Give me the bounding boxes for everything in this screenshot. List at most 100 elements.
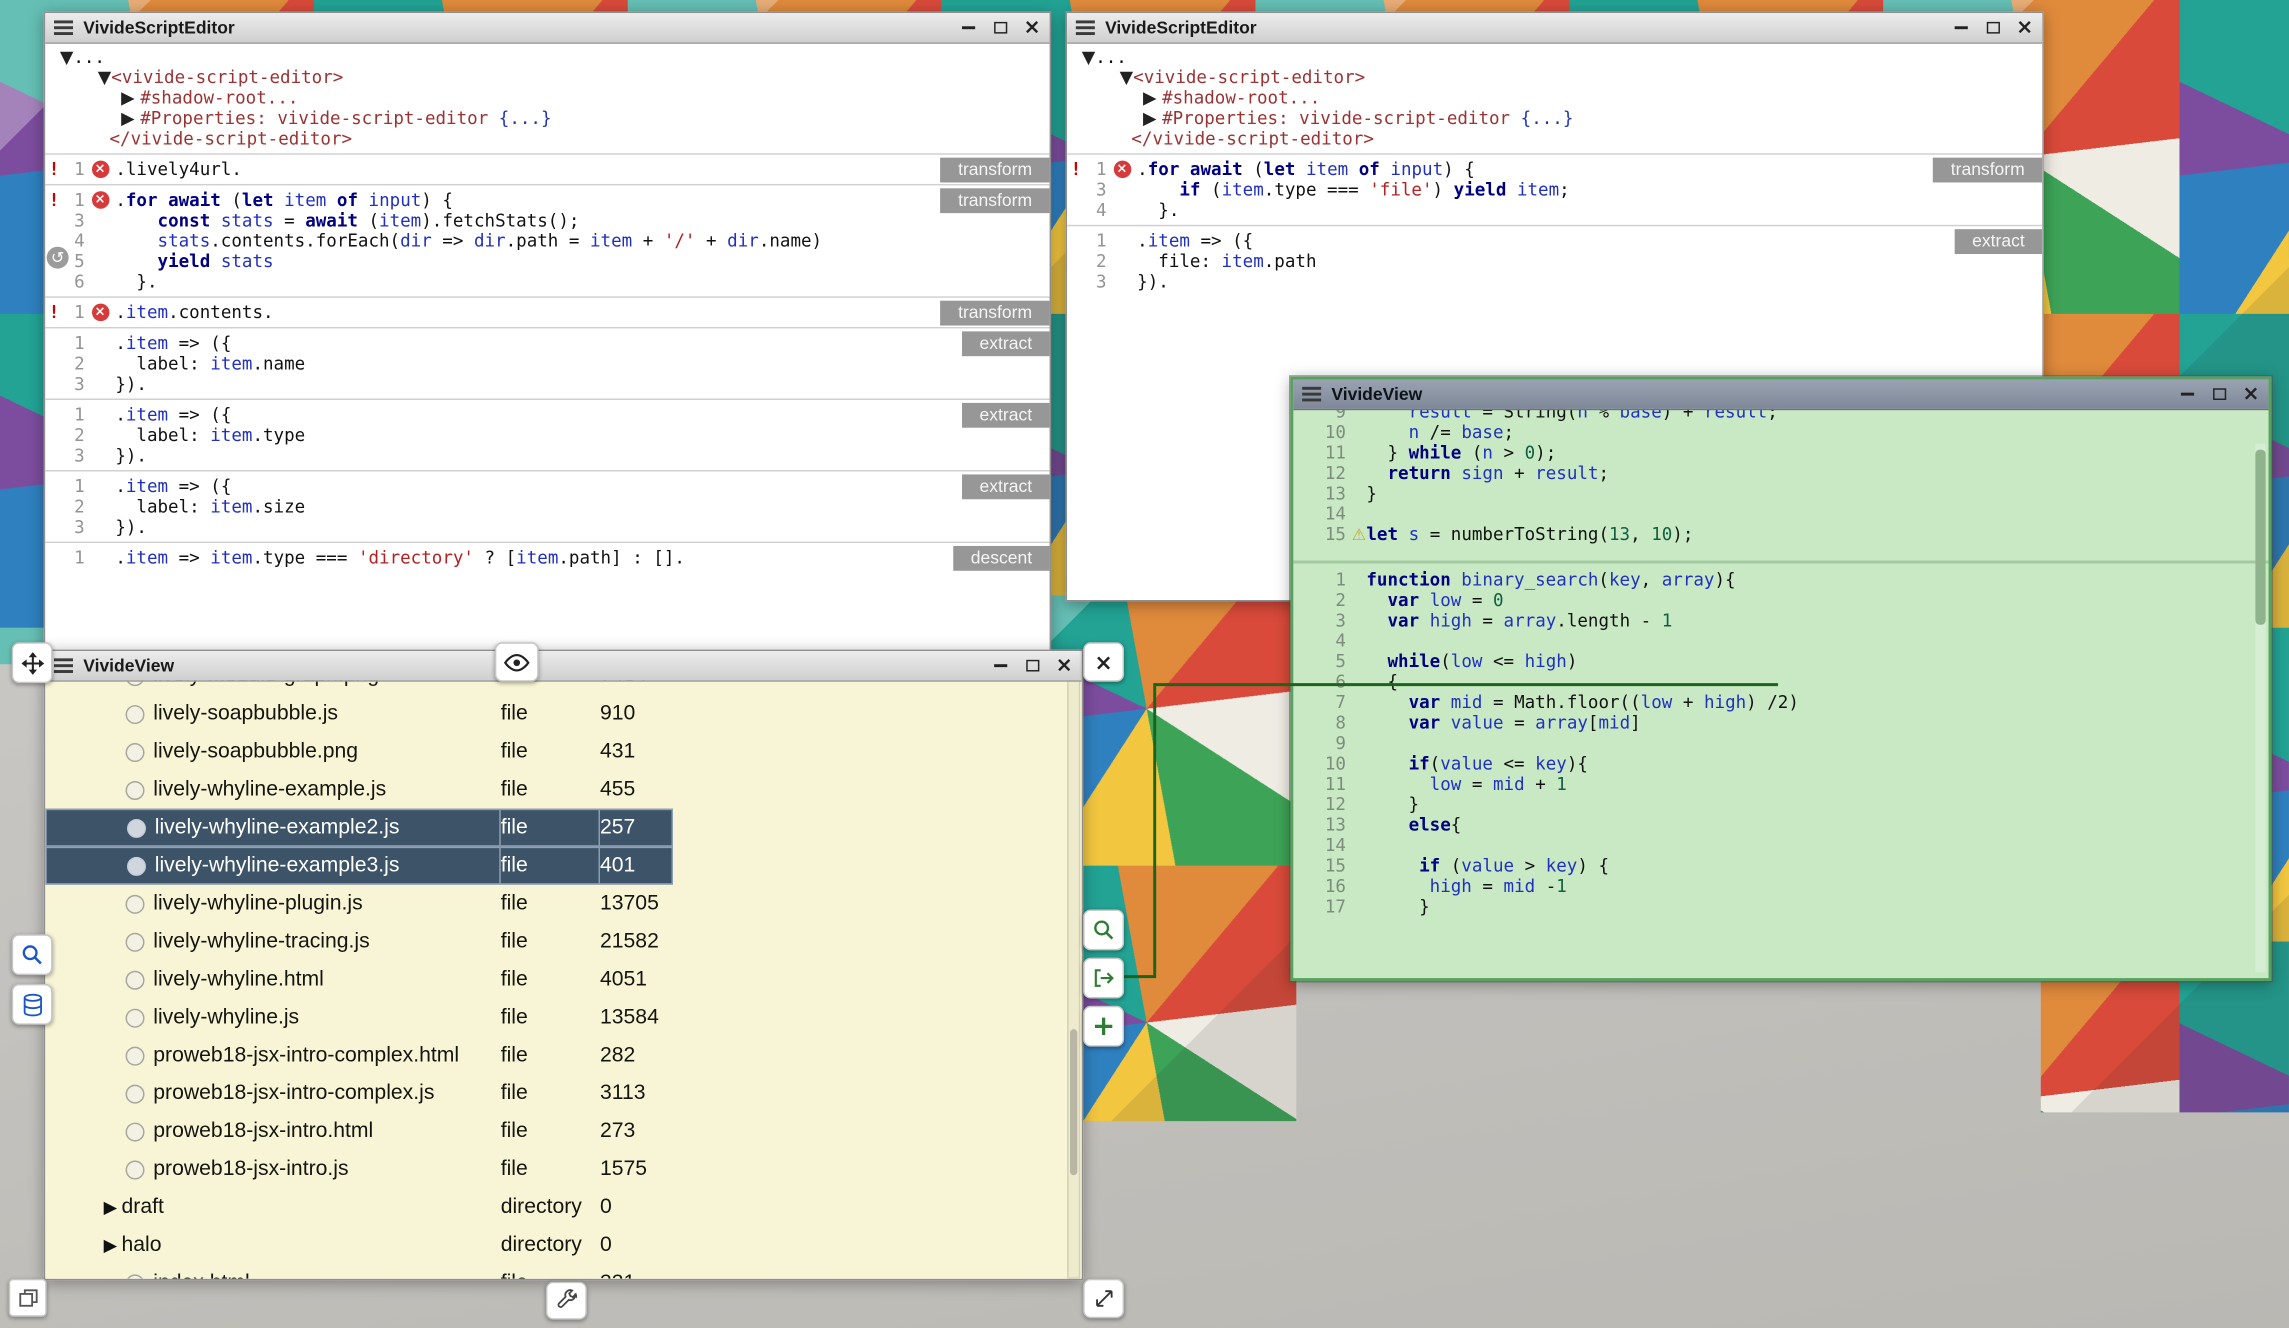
export-target-button[interactable]: [1083, 958, 1124, 999]
file-row[interactable]: index.htmlfile331: [45, 1264, 1081, 1279]
code-line[interactable]: 10 if(value <= key){: [1293, 753, 2268, 773]
titlebar[interactable]: VivideView ×: [1293, 380, 2268, 411]
dom-tree-line[interactable]: ▶ #Properties: vivide-script-editor {...…: [1067, 108, 2042, 128]
dom-tree-line[interactable]: </vivide-script-editor>: [45, 128, 1049, 148]
code-line[interactable]: 1.item => ({: [45, 333, 1049, 353]
code-pane-number-to-string[interactable]: 9 result = String(n % base) + result;10 …: [1293, 409, 2268, 561]
scrollbar-thumb[interactable]: [2255, 450, 2265, 625]
menu-icon[interactable]: [54, 658, 73, 673]
file-list-body[interactable]: lively-module-graph.pngfile7404lively-so…: [45, 680, 1081, 1279]
code-line[interactable]: 9 result = String(n % base) + result;: [1293, 409, 2268, 422]
minimize-button[interactable]: [959, 19, 977, 37]
dom-tree-line[interactable]: ▶ #shadow-root...: [1067, 88, 2042, 108]
code-line[interactable]: 1.item => item.type === 'directory' ? [i…: [45, 547, 1049, 567]
code-line[interactable]: 1function binary_search(key, array){: [1293, 569, 2268, 589]
code-line[interactable]: 8 var value = array[mid]: [1293, 712, 2268, 732]
code-line[interactable]: 15 if (value > key) {: [1293, 855, 2268, 875]
expand-arrow-icon[interactable]: ▶: [104, 1197, 117, 1217]
dom-tree-line[interactable]: ▶ #Properties: vivide-script-editor {...…: [45, 108, 1049, 128]
code-line[interactable]: 4: [1293, 631, 2268, 651]
window-vivide-view-code[interactable]: VivideView × 9 result = String(n % base)…: [1290, 377, 2271, 981]
titlebar[interactable]: VivideScriptEditor ×: [45, 13, 1049, 44]
script-step-descent[interactable]: descent1.item => item.type === 'director…: [45, 542, 1049, 573]
code-line[interactable]: 4 stats.contents.forEach(dir => dir.path…: [45, 231, 1049, 251]
code-line[interactable]: 7 var mid = Math.floor((low + high) /2): [1293, 692, 2268, 712]
maximize-button[interactable]: [1023, 657, 1041, 675]
script-step-transform[interactable]: transform!1.for await (let item of input…: [45, 184, 1049, 296]
minimize-button[interactable]: [1952, 19, 1970, 37]
code-line[interactable]: 1.item => ({: [45, 404, 1049, 424]
file-row[interactable]: proweb18-jsx-intro-complex.jsfile3113: [45, 1074, 1081, 1112]
undo-icon[interactable]: ↺: [47, 247, 69, 269]
code-line[interactable]: 4 }.: [1067, 200, 2042, 220]
code-line[interactable]: 13 else{: [1293, 815, 2268, 835]
window-vivide-script-editor-left[interactable]: VivideScriptEditor × ▼...▼<vivide-script…: [44, 12, 1051, 653]
file-row[interactable]: lively-whyline-example2.jsfile257: [45, 809, 1081, 847]
scrollbar[interactable]: [2255, 444, 2265, 972]
code-line[interactable]: 12 }: [1293, 794, 2268, 814]
dom-tree-line[interactable]: ▼<vivide-script-editor>: [1067, 67, 2042, 87]
code-line[interactable]: 2 label: item.name: [45, 353, 1049, 373]
script-step-transform[interactable]: transform!1.item.contents.: [45, 296, 1049, 327]
code-line[interactable]: 9: [1293, 733, 2268, 753]
maximize-button[interactable]: [2210, 385, 2228, 403]
menu-icon[interactable]: [1302, 387, 1321, 402]
code-line[interactable]: 2 file: item.path: [1067, 251, 2042, 271]
script-step-extract[interactable]: extract1.item => ({2 label: item.size3})…: [45, 470, 1049, 542]
menu-icon[interactable]: [1076, 20, 1095, 35]
code-line[interactable]: !1.item.contents.: [45, 302, 1049, 322]
dom-tree-line[interactable]: ▼...: [45, 47, 1049, 67]
file-row[interactable]: ▶halodirectory0: [45, 1226, 1081, 1264]
code-line[interactable]: 11 low = mid + 1: [1293, 774, 2268, 794]
code-line[interactable]: 3 var high = array.length - 1: [1293, 610, 2268, 630]
code-line[interactable]: 5 yield stats: [45, 251, 1049, 271]
script-editor-body[interactable]: ▼...▼<vivide-script-editor>▶ #shadow-roo…: [45, 42, 1049, 651]
script-step-extract[interactable]: extract1.item => ({2 label: item.type3})…: [45, 399, 1049, 471]
code-line[interactable]: 13}: [1293, 483, 2268, 503]
file-row[interactable]: lively-whyline-tracing.jsfile21582: [45, 923, 1081, 961]
detach-close-button[interactable]: ×: [1083, 642, 1124, 681]
titlebar[interactable]: VivideView ×: [45, 651, 1081, 682]
menu-icon[interactable]: [54, 20, 73, 35]
file-row[interactable]: ▶draftdirectory0: [45, 1188, 1081, 1226]
file-row[interactable]: proweb18-jsx-intro.htmlfile273: [45, 1112, 1081, 1150]
code-line[interactable]: !1.for await (let item of input) {: [1067, 159, 2042, 179]
dom-tree-line[interactable]: ▼<vivide-script-editor>: [45, 67, 1049, 87]
file-row[interactable]: lively-whyline-example3.jsfile401: [45, 847, 1081, 885]
add-view-button[interactable]: +: [1083, 1006, 1124, 1047]
copy-button[interactable]: [9, 1279, 47, 1317]
code-line[interactable]: 3 if (item.type === 'file') yield item;: [1067, 180, 2042, 200]
titlebar[interactable]: VivideScriptEditor ×: [1067, 13, 2042, 44]
code-pane-binary-search[interactable]: 1function binary_search(key, array){2 va…: [1293, 563, 2268, 978]
file-row[interactable]: lively-whyline.htmlfile4051: [45, 961, 1081, 999]
tools-button[interactable]: [546, 1282, 587, 1320]
script-step-transform[interactable]: transform!1.for await (let item of input…: [1067, 153, 2042, 225]
code-line[interactable]: 1.item => ({: [45, 476, 1049, 496]
scrollbar[interactable]: [1067, 680, 1080, 1279]
dom-tree-line[interactable]: </vivide-script-editor>: [1067, 128, 2042, 148]
code-line[interactable]: 10 n /= base;: [1293, 422, 2268, 442]
code-line[interactable]: 6 }.: [45, 272, 1049, 292]
minimize-button[interactable]: [2178, 385, 2196, 403]
file-row[interactable]: proweb18-jsx-intro.jsfile1575: [45, 1150, 1081, 1188]
minimize-button[interactable]: [991, 657, 1009, 675]
code-line[interactable]: 17 }: [1293, 896, 2268, 916]
maximize-button[interactable]: [1984, 19, 2002, 37]
code-line[interactable]: 16 high = mid -1: [1293, 876, 2268, 896]
code-line[interactable]: 3}).: [1067, 272, 2042, 292]
code-line[interactable]: 3}).: [45, 374, 1049, 394]
script-step-extract[interactable]: extract1.item => ({2 file: item.path3}).: [1067, 225, 2042, 297]
eye-button[interactable]: [495, 642, 539, 681]
window-vivide-view-files[interactable]: VivideView × lively-module-graph.pngfile…: [44, 650, 1083, 1281]
code-line[interactable]: 11 } while (n > 0);: [1293, 442, 2268, 462]
code-line[interactable]: 6 {: [1293, 672, 2268, 692]
code-line[interactable]: 3 const stats = await (item).fetchStats(…: [45, 210, 1049, 230]
script-step-transform[interactable]: transform!1.lively4url.: [45, 153, 1049, 184]
dom-tree-line[interactable]: ▼...: [1067, 47, 2042, 67]
resize-button[interactable]: [1083, 1279, 1124, 1318]
code-line[interactable]: !1.lively4url.: [45, 159, 1049, 179]
code-line[interactable]: 14: [1293, 835, 2268, 855]
code-line[interactable]: 2 label: item.size: [45, 496, 1049, 516]
code-line[interactable]: !1.for await (let item of input) {: [45, 190, 1049, 210]
close-button[interactable]: ×: [1055, 657, 1073, 675]
